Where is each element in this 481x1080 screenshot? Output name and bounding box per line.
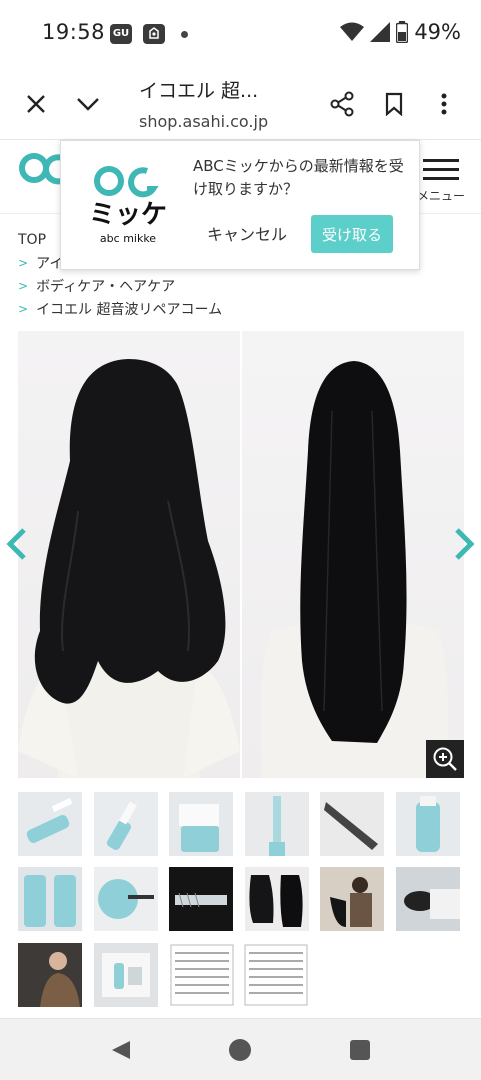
thumbnail[interactable] [320, 867, 384, 931]
battery-level: 49% [414, 20, 461, 44]
close-icon[interactable] [20, 88, 52, 120]
status-bar: 19:58 GU 49% [0, 0, 481, 68]
recents-icon[interactable] [349, 1039, 371, 1061]
thumbnail[interactable] [320, 792, 384, 856]
page-title: イコエル 超... [139, 80, 259, 102]
chevron-down-icon[interactable] [72, 88, 104, 120]
thumbnail[interactable] [396, 792, 460, 856]
before-photo [18, 331, 240, 778]
gu-badge-icon: GU [110, 24, 132, 44]
popup-message: ABCミッケからの最新情報を受け取りますか？ [193, 157, 404, 198]
thumbnail[interactable] [169, 867, 233, 931]
thumbnail[interactable] [396, 867, 460, 931]
status-time: 19:58 [42, 20, 106, 44]
product-main-image[interactable] [18, 331, 464, 778]
menu-label: メニュー [416, 189, 465, 203]
chevron-right-icon: > [18, 255, 29, 270]
after-photo [242, 331, 464, 778]
bookmark-icon[interactable] [378, 88, 410, 120]
abc-mikke-logo: ミッケ abc mikke [89, 166, 167, 245]
zoom-button[interactable] [426, 740, 464, 778]
cancel-button[interactable]: キャンセル [207, 221, 287, 245]
notification-app-icon [143, 24, 165, 44]
battery-icon [396, 21, 409, 43]
thumbnail[interactable] [94, 943, 158, 1007]
breadcrumb-item[interactable]: > ボディケア・ヘアケア [18, 274, 222, 297]
hamburger-icon [423, 159, 459, 180]
logo-katakana: ミッケ [89, 200, 167, 230]
thumbnail[interactable] [94, 867, 158, 931]
thumbnail[interactable] [94, 792, 158, 856]
home-icon[interactable] [228, 1038, 252, 1062]
thumbnail[interactable] [245, 867, 309, 931]
share-icon[interactable] [326, 88, 358, 120]
gallery-prev-arrow[interactable] [4, 526, 28, 562]
chevron-right-icon: > [18, 301, 29, 316]
thumbnail[interactable] [18, 792, 82, 856]
accept-button[interactable]: 受け取る [311, 215, 393, 253]
logo-sub: abc mikke [100, 232, 156, 245]
notification-permission-popup: ミッケ abc mikke ABCミッケからの最新情報を受け取りますか？ キャン… [60, 140, 420, 270]
wifi-icon [340, 22, 365, 41]
notification-dot-icon [181, 31, 188, 38]
signal-icon [370, 22, 391, 42]
more-vert-icon[interactable] [428, 88, 460, 120]
breadcrumb-item[interactable]: > イコエル 超音波リペアコーム [18, 297, 222, 320]
system-navigation-bar [0, 1018, 481, 1080]
page-url[interactable]: shop.asahi.co.jp [139, 112, 268, 131]
thumbnail[interactable] [169, 792, 233, 856]
back-icon[interactable] [110, 1039, 132, 1061]
thumbnail[interactable] [18, 943, 82, 1007]
thumbnail[interactable] [245, 792, 309, 856]
gallery-next-arrow[interactable] [453, 526, 477, 562]
thumbnail[interactable] [18, 867, 82, 931]
thumbnail-manual[interactable] [169, 943, 309, 1007]
chevron-right-icon: > [18, 278, 29, 293]
zoom-in-icon [433, 747, 457, 771]
